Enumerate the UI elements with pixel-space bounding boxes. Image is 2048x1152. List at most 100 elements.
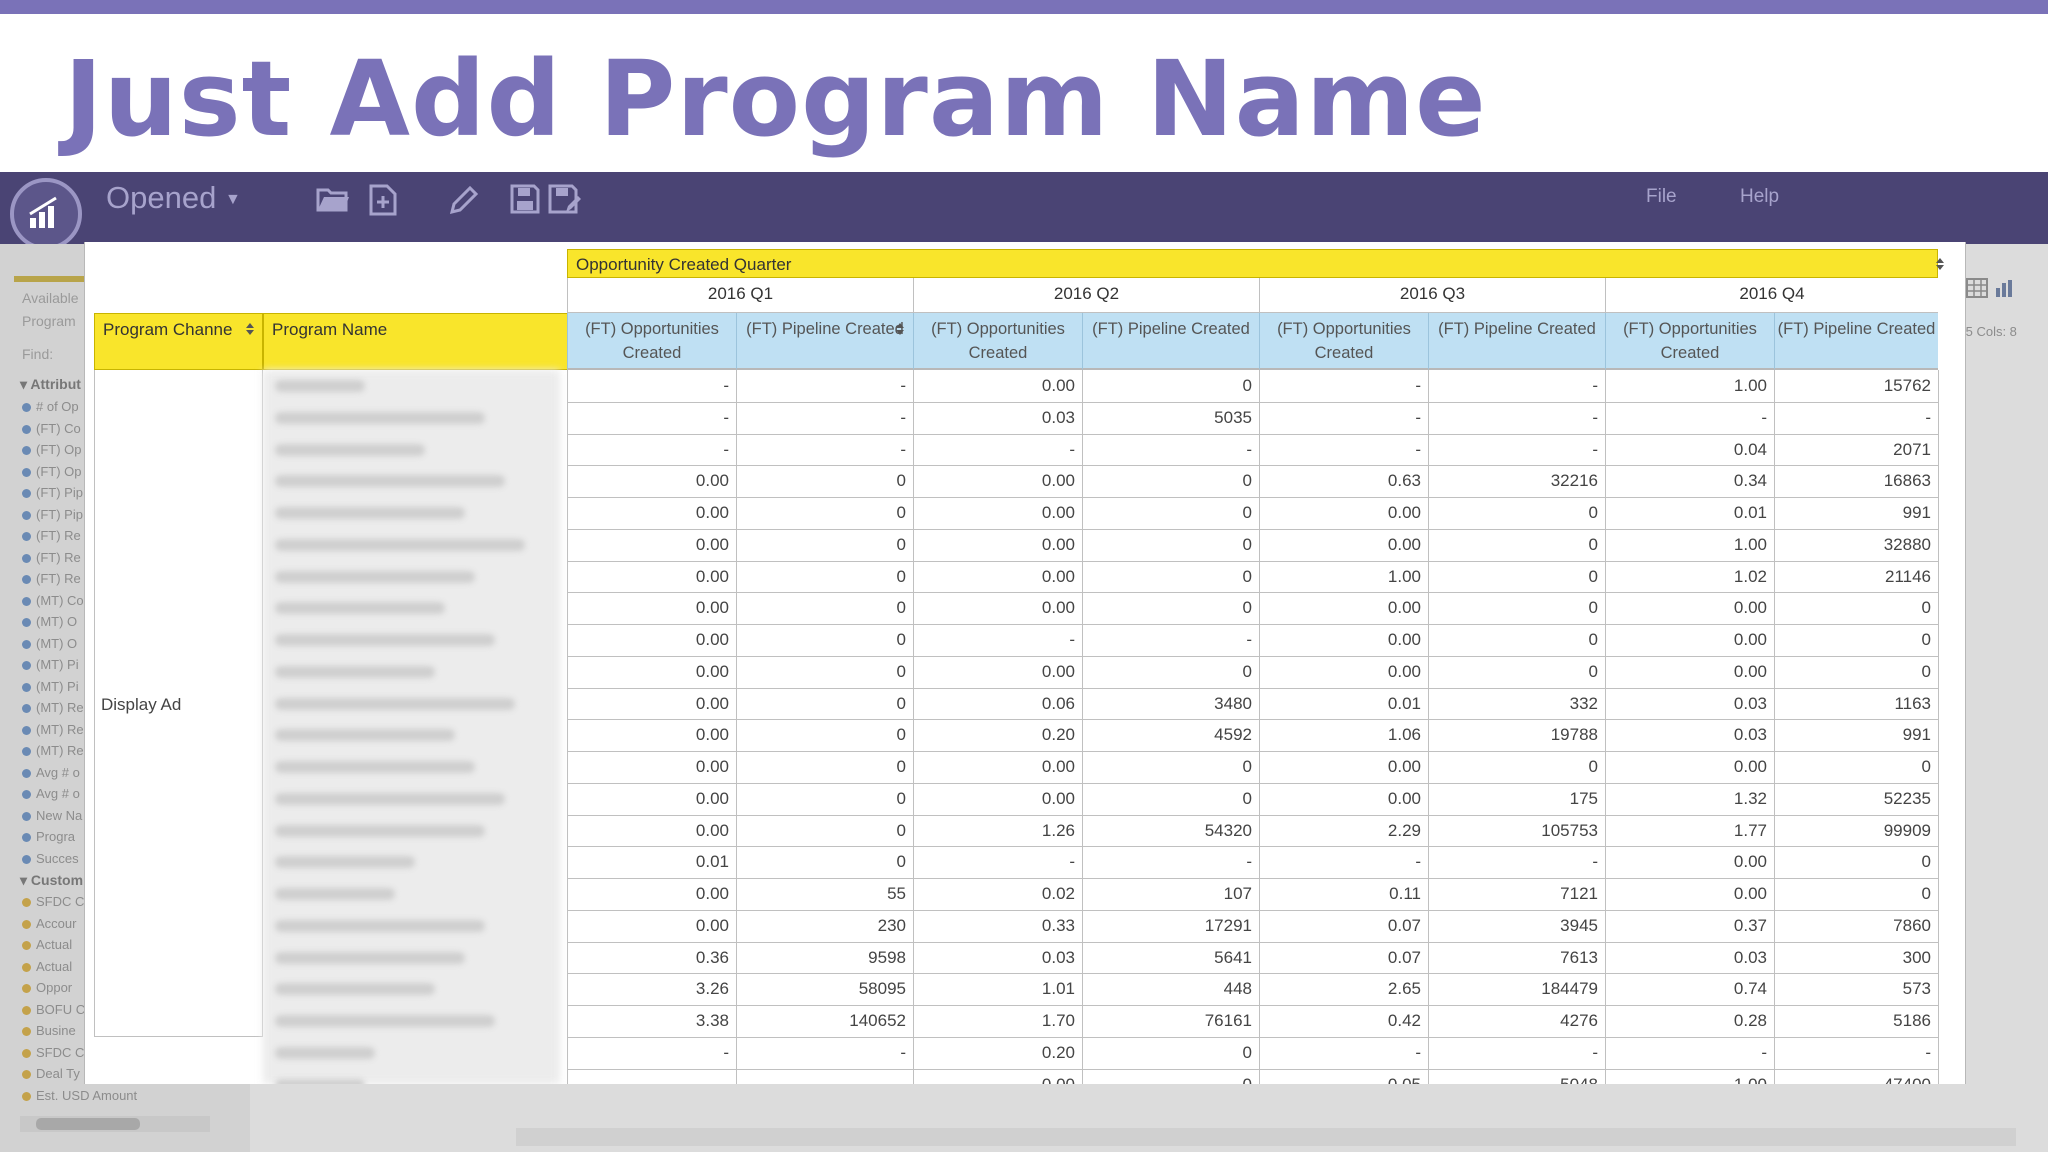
cell-opportunities[interactable]: 0.00: [913, 370, 1082, 402]
cell-opportunities[interactable]: 2.65: [1259, 973, 1428, 1005]
sort-icon[interactable]: [245, 322, 255, 336]
cell-opportunities[interactable]: 0.36: [567, 941, 736, 974]
cell-opportunities[interactable]: 0.33: [913, 909, 1082, 942]
cell-opportunities[interactable]: 0.00: [567, 465, 736, 497]
cell-opportunities[interactable]: 0.00: [1605, 655, 1774, 688]
sidebar-attributes-group[interactable]: ▾ Attribut: [20, 376, 81, 393]
cell-opportunities[interactable]: 0.00: [1605, 878, 1774, 910]
cell-pipeline[interactable]: 0: [1082, 560, 1259, 593]
cell-pipeline[interactable]: 9598: [736, 941, 913, 974]
view-dropdown[interactable]: Opened ▼: [106, 180, 241, 216]
cell-opportunities[interactable]: 0.00: [913, 465, 1082, 497]
cell-opportunities[interactable]: 0.00: [913, 528, 1082, 561]
cell-pipeline[interactable]: 5048: [1428, 1068, 1605, 1084]
cell-pipeline[interactable]: 230: [736, 909, 913, 942]
cell-pipeline[interactable]: 0: [1428, 497, 1605, 529]
sidebar-attribute-item[interactable]: (FT) Re: [22, 528, 81, 543]
sidebar-attribute-item[interactable]: (MT) Re: [22, 700, 84, 715]
cell-opportunities[interactable]: 0.00: [913, 592, 1082, 624]
cell-pipeline[interactable]: 7121: [1428, 878, 1605, 910]
cell-opportunities[interactable]: 0.00: [567, 719, 736, 751]
cell-pipeline[interactable]: -: [1774, 1036, 1938, 1069]
cell-pipeline[interactable]: 17291: [1082, 909, 1259, 942]
cell-pipeline[interactable]: -: [1428, 846, 1605, 878]
measure-header-pipeline[interactable]: (FT) Pipeline Created: [736, 313, 913, 370]
sidebar-attribute-item[interactable]: (FT) Re: [22, 571, 81, 586]
cell-opportunities[interactable]: 1.77: [1605, 814, 1774, 847]
measure-header-opportunities[interactable]: (FT) Opportunities Created: [913, 313, 1082, 370]
sidebar-custom-item[interactable]: BOFU C: [22, 1002, 85, 1017]
cell-opportunities[interactable]: 0.04: [1605, 433, 1774, 466]
cell-pipeline[interactable]: 0: [1774, 878, 1938, 910]
cell-pipeline[interactable]: 0: [1428, 528, 1605, 561]
cell-pipeline[interactable]: 7860: [1774, 909, 1938, 942]
cell-opportunities[interactable]: 0.00: [1259, 592, 1428, 624]
cell-opportunities[interactable]: -: [1605, 401, 1774, 434]
cell-pipeline[interactable]: 0: [736, 560, 913, 593]
sidebar-attribute-item[interactable]: (FT) Op: [22, 442, 82, 457]
menu-file[interactable]: File: [1646, 186, 1677, 208]
cell-pipeline[interactable]: 54320: [1082, 814, 1259, 847]
cell-opportunities[interactable]: 1.00: [1605, 370, 1774, 402]
cell-opportunities[interactable]: -: [567, 401, 736, 434]
cell-pipeline[interactable]: 0: [736, 751, 913, 783]
sidebar-custom-item[interactable]: Busine: [22, 1023, 76, 1038]
cell-pipeline[interactable]: -: [1428, 1036, 1605, 1069]
sidebar-attribute-item[interactable]: (MT) Re: [22, 743, 84, 758]
cell-opportunities[interactable]: 0.63: [1259, 465, 1428, 497]
cell-opportunities[interactable]: 0.00: [913, 751, 1082, 783]
cell-pipeline[interactable]: 140652: [736, 1005, 913, 1037]
cell-pipeline[interactable]: -: [1082, 433, 1259, 466]
cell-pipeline[interactable]: -: [1428, 401, 1605, 434]
cell-opportunities[interactable]: 0.00: [567, 624, 736, 656]
cell-pipeline[interactable]: 3945: [1428, 909, 1605, 942]
cell-pipeline[interactable]: 107: [1082, 878, 1259, 910]
grid-view-icon[interactable]: [1966, 278, 1988, 303]
sidebar-custom-item[interactable]: Oppor: [22, 980, 72, 995]
cell-pipeline[interactable]: 0: [1082, 370, 1259, 402]
cell-opportunities[interactable]: -: [913, 846, 1082, 878]
cell-pipeline[interactable]: 3480: [1082, 687, 1259, 720]
cell-pipeline[interactable]: 0: [1774, 846, 1938, 878]
quarter-header[interactable]: 2016 Q4: [1605, 278, 1938, 313]
cell-opportunities[interactable]: 0.07: [1259, 909, 1428, 942]
menu-help[interactable]: Help: [1740, 186, 1779, 208]
column-field-header[interactable]: Opportunity Created Quarter: [567, 249, 1938, 278]
cell-opportunities[interactable]: 0.00: [567, 909, 736, 942]
cell-pipeline[interactable]: 99909: [1774, 814, 1938, 847]
cell-opportunities[interactable]: 0.00: [1605, 624, 1774, 656]
cell-opportunities[interactable]: 0.00: [1605, 751, 1774, 783]
cell-opportunities[interactable]: 0.03: [1605, 941, 1774, 974]
sidebar-custom-item[interactable]: SFDC C: [22, 894, 84, 909]
cell-opportunities[interactable]: 0.00: [567, 655, 736, 688]
cell-opportunities[interactable]: -: [1259, 370, 1428, 402]
sidebar-attribute-item[interactable]: # of Op: [22, 399, 79, 414]
cell-pipeline[interactable]: 1163: [1774, 687, 1938, 720]
cell-opportunities[interactable]: 0.00: [913, 560, 1082, 593]
cell-opportunities[interactable]: -: [567, 433, 736, 466]
cell-pipeline[interactable]: 105753: [1428, 814, 1605, 847]
save-as-icon[interactable]: [548, 184, 582, 221]
cell-opportunities[interactable]: 0.03: [913, 941, 1082, 974]
cell-opportunities[interactable]: 0.37: [1605, 909, 1774, 942]
cell-pipeline[interactable]: 7613: [1428, 941, 1605, 974]
measure-header-opportunities[interactable]: (FT) Opportunities Created: [567, 313, 736, 370]
cell-pipeline[interactable]: 0: [1774, 592, 1938, 624]
cell-opportunities[interactable]: 0.00: [567, 528, 736, 561]
cell-opportunities[interactable]: 0.00: [1259, 782, 1428, 815]
cell-pipeline[interactable]: -: [736, 401, 913, 434]
cell-pipeline[interactable]: 0: [1082, 1036, 1259, 1069]
row-field-program-channel[interactable]: Program Channe: [94, 313, 263, 370]
cell-opportunities[interactable]: 0.00: [567, 782, 736, 815]
sidebar-attribute-item[interactable]: (FT) Re: [22, 550, 81, 565]
cell-opportunities[interactable]: 0.00: [913, 1068, 1082, 1084]
table-horizontal-scrollbar[interactable]: [516, 1128, 2016, 1146]
cell-opportunities[interactable]: 1.32: [1605, 782, 1774, 815]
sidebar-attribute-item[interactable]: Progra: [22, 829, 75, 844]
cell-opportunities[interactable]: -: [1259, 1036, 1428, 1069]
cell-opportunities[interactable]: 0.01: [567, 846, 736, 878]
sidebar-custom-item[interactable]: Accour: [22, 916, 76, 931]
cell-opportunities[interactable]: 0.06: [913, 687, 1082, 720]
cell-pipeline[interactable]: 0: [1428, 751, 1605, 783]
cell-pipeline[interactable]: 0: [1082, 751, 1259, 783]
